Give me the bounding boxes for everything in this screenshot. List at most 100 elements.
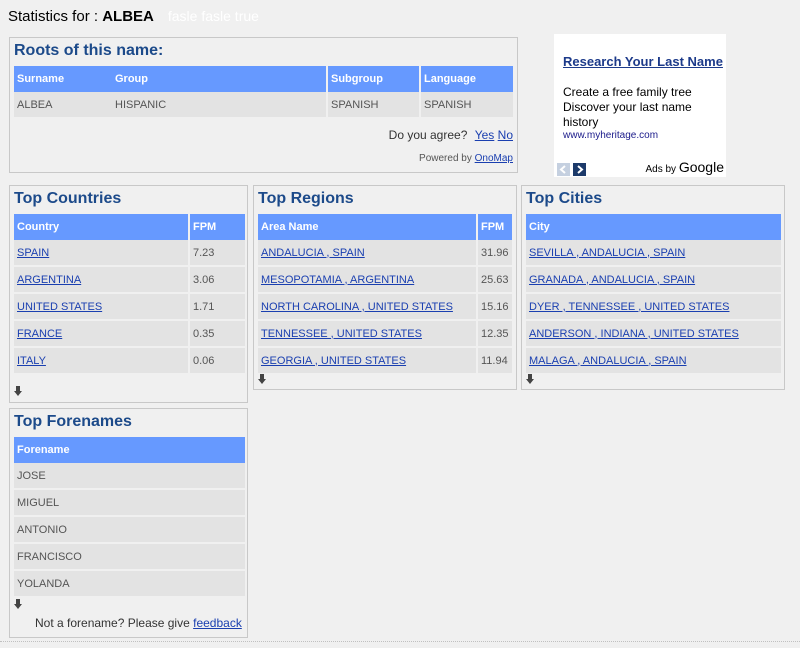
region-fpm: 12.35: [476, 321, 512, 348]
region-link[interactable]: NORTH CAROLINA , UNITED STATES: [261, 301, 453, 313]
regions-header-row: Area Name FPM: [258, 214, 512, 240]
forenames-more-icon[interactable]: [14, 599, 22, 611]
header-prefix: Statistics for :: [8, 8, 103, 25]
country-link[interactable]: FRANCE: [17, 328, 62, 340]
agree-no-link[interactable]: No: [498, 128, 513, 142]
roots-col-subgroup: Subgroup: [326, 66, 419, 92]
roots-cell-surname: ALBEA: [14, 92, 112, 119]
forename-cell: JOSE: [14, 463, 245, 490]
roots-table: Surname Group Subgroup Language ALBEA HI…: [14, 66, 513, 119]
regions-more-icon[interactable]: [258, 374, 266, 386]
country-fpm: 1.71: [188, 294, 245, 321]
region-fpm: 31.96: [476, 240, 512, 267]
forenames-header-row: Forename: [14, 437, 245, 463]
forenames-title: Top Forenames: [14, 413, 132, 430]
city-link[interactable]: SEVILLA , ANDALUCIA , SPAIN: [529, 247, 685, 259]
table-row: JOSE: [14, 463, 245, 490]
table-row: GRANADA , ANDALUCIA , SPAIN: [526, 267, 781, 294]
countries-more-icon[interactable]: [14, 386, 22, 398]
forenames-col-forename: Forename: [14, 437, 245, 463]
country-link[interactable]: ITALY: [17, 355, 46, 367]
table-row: ANDERSON , INDIANA , UNITED STATES: [526, 321, 781, 348]
country-fpm: 3.06: [188, 267, 245, 294]
agree-line: Do you agree? Yes No: [389, 128, 513, 142]
regions-col-area: Area Name: [258, 214, 476, 240]
table-row: TENNESSEE , UNITED STATES 12.35: [258, 321, 512, 348]
table-row: SEVILLA , ANDALUCIA , SPAIN: [526, 240, 781, 267]
ghost-text: fasle fasle true: [167, 8, 259, 24]
countries-panel: Top Countries Country FPM SPAIN 7.23 ARGE…: [9, 185, 248, 403]
regions-col-fpm: FPM: [476, 214, 512, 240]
table-row: YOLANDA: [14, 571, 245, 598]
table-row: DYER , TENNESSEE , UNITED STATES: [526, 294, 781, 321]
ad-prev-button[interactable]: [557, 163, 570, 176]
roots-col-group: Group: [112, 66, 326, 92]
roots-col-surname: Surname: [14, 66, 112, 92]
roots-title: Roots of this name:: [14, 42, 164, 59]
table-row: ARGENTINA 3.06: [14, 267, 245, 294]
region-link[interactable]: ANDALUCIA , SPAIN: [261, 247, 365, 259]
table-row: FRANCE 0.35: [14, 321, 245, 348]
country-link[interactable]: UNITED STATES: [17, 301, 102, 313]
country-link[interactable]: ARGENTINA: [17, 274, 81, 286]
cities-more-icon[interactable]: [526, 374, 534, 386]
regions-panel: Top Regions Area Name FPM ANDALUCIA , SP…: [253, 185, 517, 390]
forenames-panel: Top Forenames Forename JOSE MIGUEL ANTON…: [9, 408, 248, 638]
country-fpm: 7.23: [188, 240, 245, 267]
roots-header-row: Surname Group Subgroup Language: [14, 66, 513, 92]
roots-panel: Roots of this name: Surname Group Subgro…: [9, 37, 518, 173]
cities-title: Top Cities: [526, 190, 603, 207]
countries-col-fpm: FPM: [188, 214, 245, 240]
table-row: ITALY 0.06: [14, 348, 245, 375]
city-link[interactable]: DYER , TENNESSEE , UNITED STATES: [529, 301, 729, 313]
feedback-link[interactable]: feedback: [193, 616, 242, 630]
region-link[interactable]: GEORGIA , UNITED STATES: [261, 355, 406, 367]
powered-by-line: Powered by OnoMap: [419, 153, 513, 164]
table-row: MALAGA , ANDALUCIA , SPAIN: [526, 348, 781, 375]
ad-text: Create a free family tree Discover your …: [563, 85, 692, 129]
surname-title: ALBEA: [102, 8, 154, 25]
countries-title: Top Countries: [14, 190, 122, 207]
city-link[interactable]: MALAGA , ANDALUCIA , SPAIN: [529, 355, 687, 367]
bottom-divider: [0, 641, 800, 642]
onomap-link[interactable]: OnoMap: [475, 153, 513, 164]
regions-title: Top Regions: [258, 190, 354, 207]
region-link[interactable]: MESOPOTAMIA , ARGENTINA: [261, 274, 414, 286]
ads-by-google[interactable]: Ads by Google: [645, 159, 724, 175]
ad-url-link[interactable]: www.myheritage.com: [563, 130, 658, 141]
forename-cell: ANTONIO: [14, 517, 245, 544]
region-link[interactable]: TENNESSEE , UNITED STATES: [261, 328, 422, 340]
forename-cell: MIGUEL: [14, 490, 245, 517]
table-row: GEORGIA , UNITED STATES 11.94: [258, 348, 512, 375]
roots-row: ALBEA HISPANIC SPANISH SPANISH: [14, 92, 513, 119]
ad-title-link[interactable]: Research Your Last Name: [563, 54, 723, 69]
roots-cell-subgroup: SPANISH: [326, 92, 419, 119]
regions-table: Area Name FPM ANDALUCIA , SPAIN 31.96 MES…: [258, 214, 512, 375]
table-row: NORTH CAROLINA , UNITED STATES 15.16: [258, 294, 512, 321]
table-row: ANTONIO: [14, 517, 245, 544]
table-row: MIGUEL: [14, 490, 245, 517]
table-row: SPAIN 7.23: [14, 240, 245, 267]
forename-cell: YOLANDA: [14, 571, 245, 598]
forenames-table: Forename JOSE MIGUEL ANTONIO FRANCISCO Y…: [14, 437, 245, 598]
cities-table: City SEVILLA , ANDALUCIA , SPAIN GRANADA…: [526, 214, 781, 375]
agree-yes-link[interactable]: Yes: [475, 128, 495, 142]
region-fpm: 11.94: [476, 348, 512, 375]
page-header: Statistics for : ALBEA fasle fasle true: [8, 8, 259, 25]
city-link[interactable]: GRANADA , ANDALUCIA , SPAIN: [529, 274, 695, 286]
region-fpm: 25.63: [476, 267, 512, 294]
ad-next-button[interactable]: [573, 163, 586, 176]
cities-col-city: City: [526, 214, 781, 240]
countries-col-country: Country: [14, 214, 188, 240]
ad-box: Research Your Last Name Create a free fa…: [554, 34, 726, 177]
roots-cell-language: SPANISH: [419, 92, 513, 119]
ads-by-text: Ads by: [645, 164, 677, 175]
city-link[interactable]: ANDERSON , INDIANA , UNITED STATES: [529, 328, 739, 340]
cities-panel: Top Cities City SEVILLA , ANDALUCIA , SP…: [521, 185, 785, 390]
feedback-prompt: Not a forename? Please give: [35, 616, 190, 630]
roots-col-language: Language: [419, 66, 513, 92]
google-logo: Google: [678, 159, 724, 175]
country-link[interactable]: SPAIN: [17, 247, 49, 259]
chevron-left-icon: [559, 165, 566, 174]
forename-cell: FRANCISCO: [14, 544, 245, 571]
